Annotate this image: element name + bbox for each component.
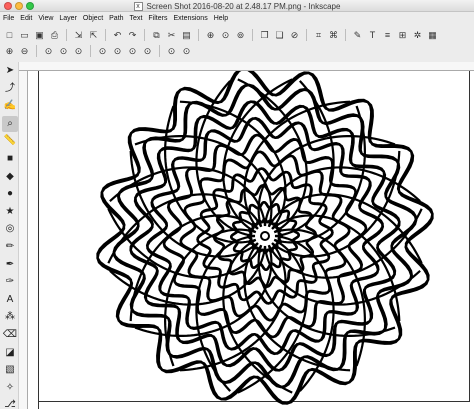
redo-icon[interactable]: ↷ bbox=[126, 29, 139, 42]
zoom-fit-width-icon[interactable]: ⊙ bbox=[141, 45, 154, 58]
zoom-next-icon[interactable]: ⊙ bbox=[180, 45, 193, 58]
eraser-tool-icon[interactable]: ⌫ bbox=[2, 327, 18, 343]
menu-filters[interactable]: Filters bbox=[148, 15, 167, 22]
menu-file[interactable]: File bbox=[3, 15, 14, 22]
rectangle-tool-icon[interactable]: ■ bbox=[2, 151, 18, 167]
toolbar-separator bbox=[36, 45, 37, 57]
vertical-ruler[interactable] bbox=[19, 71, 28, 409]
zoom-1-2-icon[interactable]: ⊙ bbox=[57, 45, 70, 58]
document-icon: x bbox=[133, 1, 143, 11]
toolbar-separator bbox=[159, 45, 160, 57]
ungroup-icon[interactable]: ⌘ bbox=[327, 29, 340, 42]
copy-icon[interactable]: ⧉ bbox=[150, 29, 163, 42]
text-font-icon[interactable]: T bbox=[366, 29, 379, 42]
print-icon[interactable]: ⎙ bbox=[48, 29, 61, 42]
star-tool-icon[interactable]: ★ bbox=[2, 204, 18, 220]
gradient-tool-icon[interactable]: ▧ bbox=[2, 362, 18, 378]
menu-layer[interactable]: Layer bbox=[59, 15, 77, 22]
toolbar-separator bbox=[66, 29, 67, 41]
menu-bar: File Edit View Layer Object Path Text Filters Ex… bbox=[0, 12, 474, 24]
new-document-icon[interactable]: □ bbox=[3, 29, 16, 42]
zoom-fit-page-icon[interactable]: ⊙ bbox=[126, 45, 139, 58]
menu-text[interactable]: Text bbox=[130, 15, 143, 22]
xml-editor-icon[interactable]: ≡ bbox=[381, 29, 394, 42]
zoom-page-icon[interactable]: ⊚ bbox=[234, 29, 247, 42]
dropper-tool-icon[interactable]: ✧ bbox=[2, 380, 18, 396]
text-tool-icon[interactable]: A bbox=[2, 292, 18, 308]
menu-object[interactable]: Object bbox=[83, 15, 103, 22]
ellipse-tool-icon[interactable]: ● bbox=[2, 186, 18, 202]
zoom-out-icon[interactable]: ⊖ bbox=[18, 45, 31, 58]
zoom-drawing-icon[interactable]: ⊙ bbox=[219, 29, 232, 42]
menu-extensions[interactable]: Extensions bbox=[173, 15, 207, 22]
tool-palette: ➤ ⤴ ✍ ⌕ 📏 ■ ◆ ● ★ ◎ ✏ ✒ ✑ A ⁂ ⌫ ◪ ▧ ✧ ⎇ bbox=[0, 62, 19, 409]
align-distribute-icon[interactable]: ⊞ bbox=[396, 29, 409, 42]
menu-edit[interactable]: Edit bbox=[20, 15, 32, 22]
mandala-drawing[interactable] bbox=[28, 71, 474, 409]
clone-icon[interactable]: ❏ bbox=[273, 29, 286, 42]
menu-help[interactable]: Help bbox=[214, 15, 228, 22]
window-title: Screen Shot 2016-08-20 at 2.48.17 PM.png… bbox=[146, 1, 341, 11]
menu-view[interactable]: View bbox=[38, 15, 53, 22]
connector-tool-icon[interactable]: ⎇ bbox=[2, 397, 18, 409]
zoom-1-1-icon[interactable]: ⊙ bbox=[42, 45, 55, 58]
mandala-center[interactable] bbox=[260, 231, 270, 241]
toolbar-separator bbox=[105, 29, 106, 41]
cut-icon[interactable]: ✂ bbox=[165, 29, 178, 42]
spiral-tool-icon[interactable]: ◎ bbox=[2, 221, 18, 237]
zoom-fit-selection-icon[interactable]: ⊙ bbox=[96, 45, 109, 58]
measure-tool-icon[interactable]: 📏 bbox=[2, 133, 18, 149]
import-icon[interactable]: ⇲ bbox=[72, 29, 85, 42]
tweak-tool-icon[interactable]: ✍ bbox=[2, 98, 18, 114]
paste-icon[interactable]: ▤ bbox=[180, 29, 193, 42]
drawing-canvas[interactable] bbox=[28, 71, 474, 409]
zoom-toolbar: ⊕ ⊖ ⊙ ⊙ ⊙ ⊙ ⊙ ⊙ ⊙ ⊙ ⊙ bbox=[0, 41, 474, 61]
node-tool-icon[interactable]: ⤴ bbox=[2, 81, 18, 97]
menu-path[interactable]: Path bbox=[109, 15, 123, 22]
toolbar-separator bbox=[306, 29, 307, 41]
zoom-tool-icon[interactable]: ⌕ bbox=[2, 115, 18, 132]
selector-tool-icon[interactable]: ➤ bbox=[2, 63, 18, 79]
toolbar-separator bbox=[144, 29, 145, 41]
group-icon[interactable]: ⌗ bbox=[312, 29, 325, 42]
calligraphy-tool-icon[interactable]: ✑ bbox=[2, 274, 18, 290]
document-properties-icon[interactable]: ▦ bbox=[426, 29, 439, 42]
export-icon[interactable]: ⇱ bbox=[87, 29, 100, 42]
toolbar-separator bbox=[90, 45, 91, 57]
pencil-tool-icon[interactable]: ✏ bbox=[2, 239, 18, 255]
zoom-previous-icon[interactable]: ⊙ bbox=[165, 45, 178, 58]
zoom-2-1-icon[interactable]: ⊙ bbox=[72, 45, 85, 58]
duplicate-icon[interactable]: ❐ bbox=[258, 29, 271, 42]
paint-bucket-tool-icon[interactable]: ◪ bbox=[2, 345, 18, 361]
zoom-selection-icon[interactable]: ⊕ bbox=[204, 29, 217, 42]
zoom-fit-drawing-icon[interactable]: ⊙ bbox=[111, 45, 124, 58]
undo-icon[interactable]: ↶ bbox=[111, 29, 124, 42]
open-icon[interactable]: ▭ bbox=[18, 29, 31, 42]
preferences-icon[interactable]: ✲ bbox=[411, 29, 424, 42]
horizontal-ruler[interactable] bbox=[19, 62, 474, 71]
toolbar-separator bbox=[345, 29, 346, 41]
fill-stroke-icon[interactable]: ✎ bbox=[351, 29, 364, 42]
inkscape-window: x Screen Shot 2016-08-20 at 2.48.17 PM.p… bbox=[0, 0, 474, 409]
toolbar-separator bbox=[252, 29, 253, 41]
3d-box-tool-icon[interactable]: ◆ bbox=[2, 169, 18, 185]
pen-tool-icon[interactable]: ✒ bbox=[2, 257, 18, 273]
unlink-clone-icon[interactable]: ⊘ bbox=[288, 29, 301, 42]
title-bar: x Screen Shot 2016-08-20 at 2.48.17 PM.p… bbox=[0, 0, 474, 12]
zoom-in-icon[interactable]: ⊕ bbox=[3, 45, 16, 58]
save-icon[interactable]: ▣ bbox=[33, 29, 46, 42]
toolbar-separator bbox=[198, 29, 199, 41]
spray-tool-icon[interactable]: ⁂ bbox=[2, 309, 18, 325]
